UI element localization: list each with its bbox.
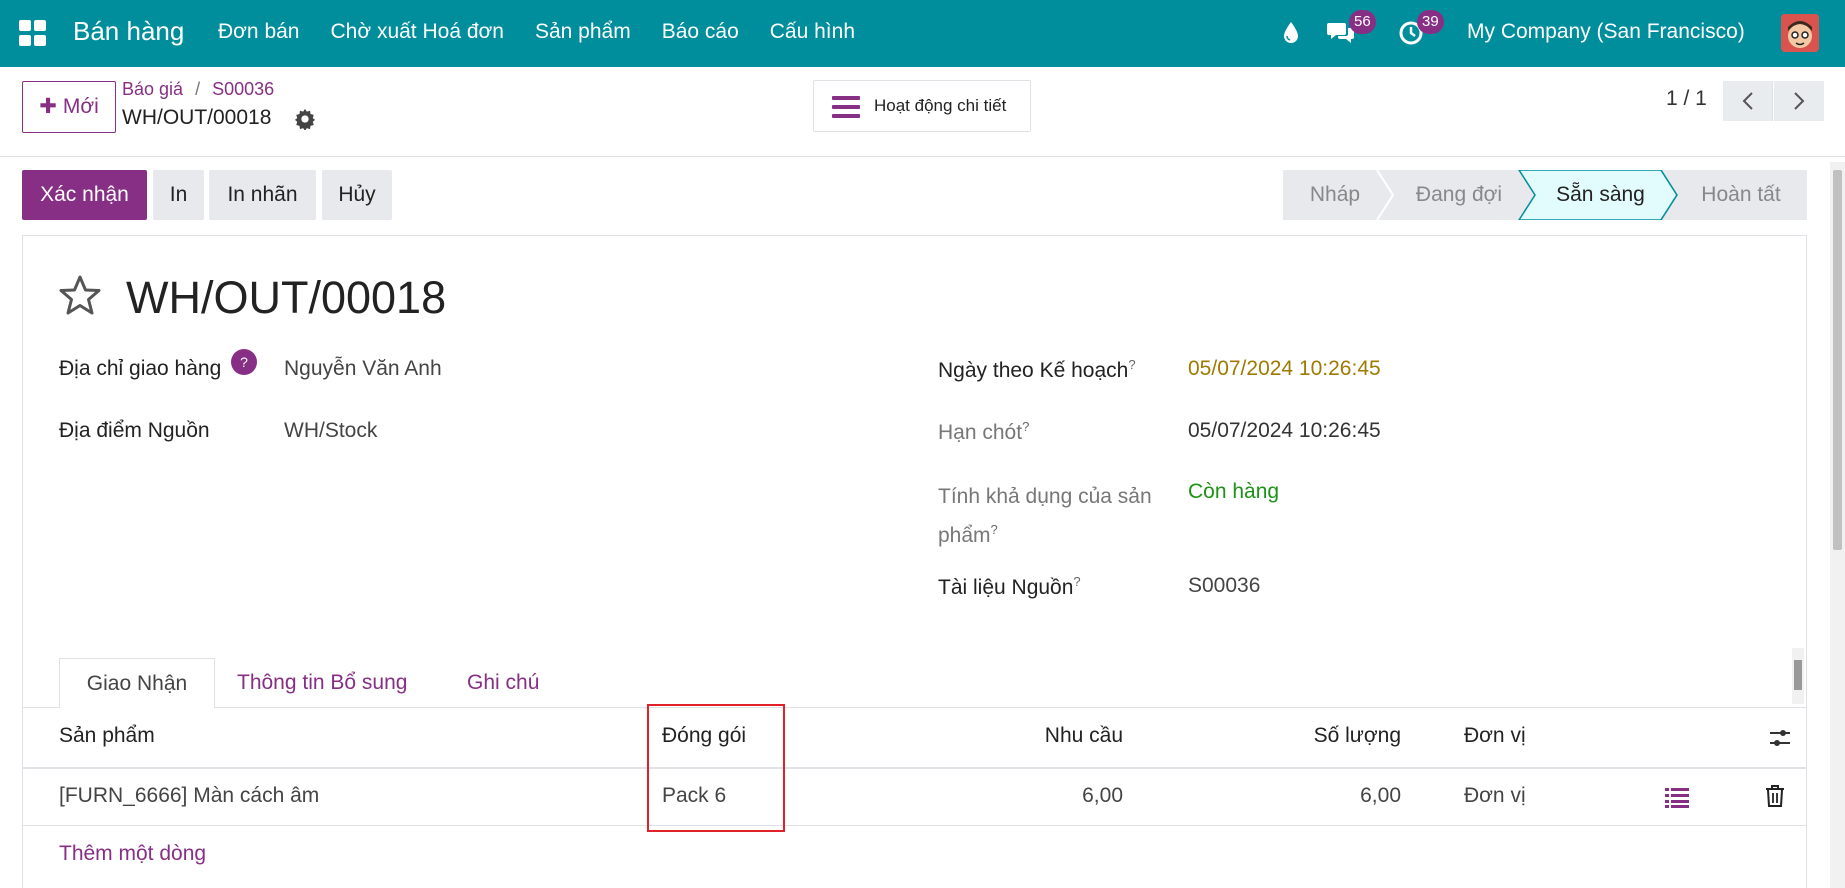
apps-menu-icon[interactable] (19, 20, 47, 46)
cancel-button[interactable]: Hủy (322, 170, 392, 220)
messages-badge: 56 (1349, 10, 1376, 34)
status-bar: Xác nhận In In nhãn Hủy Nháp Đang đợi Sẵ… (0, 157, 1845, 235)
main-menu: Đơn bán Chờ xuất Hoá đơn Sản phẩm Báo cá… (218, 20, 886, 44)
tab-note[interactable]: Ghi chú (467, 658, 539, 709)
add-line-link[interactable]: Thêm một dòng (59, 842, 206, 866)
source-document-label: Tài liệu Nguồn? (938, 574, 1081, 599)
tab-additional-info[interactable]: Thông tin Bổ sung (237, 658, 407, 709)
pager-value[interactable]: 1 / 1 (1666, 87, 1707, 111)
menu-item-configuration[interactable]: Cấu hình (770, 20, 855, 44)
source-document-value[interactable]: S00036 (1188, 574, 1260, 598)
stage-ready[interactable]: Sẵn sàng (1533, 170, 1668, 220)
activity-button[interactable]: Hoạt động chi tiết (813, 80, 1031, 132)
activities-badge: 39 (1417, 10, 1444, 34)
print-button[interactable]: In (153, 170, 204, 220)
gear-icon[interactable] (294, 108, 316, 130)
stage-draft[interactable]: Nháp (1283, 170, 1387, 220)
form-sheet: WH/OUT/00018 Địa chỉ giao hàng ? Nguyễn … (22, 235, 1807, 888)
source-location-label: Địa điểm Nguồn (59, 419, 210, 442)
user-avatar[interactable] (1781, 14, 1819, 52)
top-navbar: Bán hàng Đơn bán Chờ xuất Hoá đơn Sản ph… (0, 0, 1845, 67)
breadcrumb-quotations[interactable]: Báo giá (122, 79, 183, 99)
notebook-tabs: Giao Nhận Thông tin Bổ sung Ghi chú (23, 646, 1806, 709)
details-list-icon[interactable] (1665, 786, 1689, 808)
help-icon[interactable]: ? (231, 349, 257, 375)
source-location-value[interactable]: WH/Stock (284, 419, 377, 443)
row-product[interactable]: [FURN_6666] Màn cách âm (59, 784, 319, 808)
breadcrumb-order[interactable]: S00036 (212, 79, 274, 99)
column-product[interactable]: Sản phẩm (59, 724, 155, 748)
menu-item-products[interactable]: Sản phẩm (535, 20, 631, 44)
availability-label: Tính khả dụng của sản phẩm? (938, 485, 1152, 547)
record-name: WH/OUT/00018 (122, 106, 272, 129)
confirm-button[interactable]: Xác nhận (22, 170, 147, 220)
column-uom[interactable]: Đơn vị (1464, 724, 1526, 748)
drop-icon[interactable] (1282, 21, 1300, 45)
list-icon (832, 96, 860, 118)
menu-item-reporting[interactable]: Báo cáo (662, 20, 739, 44)
breadcrumb: Báo giá / S00036 (122, 79, 275, 99)
row-quantity[interactable]: 6,00 (1203, 784, 1401, 808)
stage-done[interactable]: Hoàn tất (1675, 170, 1807, 220)
stage-pipeline: Nháp Đang đợi Sẵn sàng Hoàn tất (1283, 170, 1807, 220)
stage-waiting[interactable]: Đang đợi (1389, 170, 1529, 220)
app-name[interactable]: Bán hàng (73, 16, 184, 47)
deadline-label: Hạn chót? (938, 419, 1030, 444)
chevron-left-icon (1742, 92, 1753, 110)
star-icon[interactable] (58, 274, 102, 316)
row-demand[interactable]: 6,00 (973, 784, 1123, 808)
menu-item-to-invoice[interactable]: Chờ xuất Hoá đơn (331, 20, 504, 44)
record-title: WH/OUT/00018 (126, 272, 447, 323)
row-uom[interactable]: Đơn vị (1464, 784, 1526, 808)
pager-previous-button[interactable] (1723, 81, 1773, 121)
tab-scrollbar[interactable] (1792, 648, 1804, 704)
page-scrollbar[interactable] (1830, 162, 1845, 888)
tab-operations[interactable]: Giao Nhận (59, 658, 215, 709)
availability-value: Còn hàng (1188, 480, 1280, 503)
delivery-address-label: Địa chỉ giao hàng (59, 357, 222, 380)
control-panel: ✚ Mới Báo giá / S00036 WH/OUT/00018 Hoạt độ… (0, 67, 1845, 157)
scheduled-date-value[interactable]: 05/07/2024 10:26:45 (1188, 357, 1381, 381)
delete-icon[interactable] (1765, 785, 1785, 807)
print-label-button[interactable]: In nhãn (209, 170, 316, 220)
deadline-value: 05/07/2024 10:26:45 (1188, 419, 1381, 442)
table-header: Sản phẩm Đóng gói Nhu cầu Số lượng Đơn v… (23, 707, 1806, 769)
menu-item-orders[interactable]: Đơn bán (218, 20, 300, 44)
company-switcher[interactable]: My Company (San Francisco) (1467, 20, 1745, 44)
pager-next-button[interactable] (1774, 81, 1824, 121)
column-demand[interactable]: Nhu cầu (973, 724, 1123, 748)
packaging-highlight-box (647, 704, 785, 832)
column-quantity[interactable]: Số lượng (1203, 724, 1401, 748)
table-row[interactable]: [FURN_6666] Màn cách âm Pack 6 6,00 6,00… (23, 769, 1806, 826)
activity-label: Hoạt động chi tiết (874, 96, 1007, 115)
chevron-right-icon (1794, 92, 1805, 110)
new-button[interactable]: ✚ Mới (22, 81, 116, 133)
delivery-address-value[interactable]: Nguyễn Văn Anh (284, 357, 442, 381)
scheduled-date-label: Ngày theo Kế hoạch? (938, 357, 1136, 382)
optional-columns-icon[interactable] (1768, 726, 1792, 750)
